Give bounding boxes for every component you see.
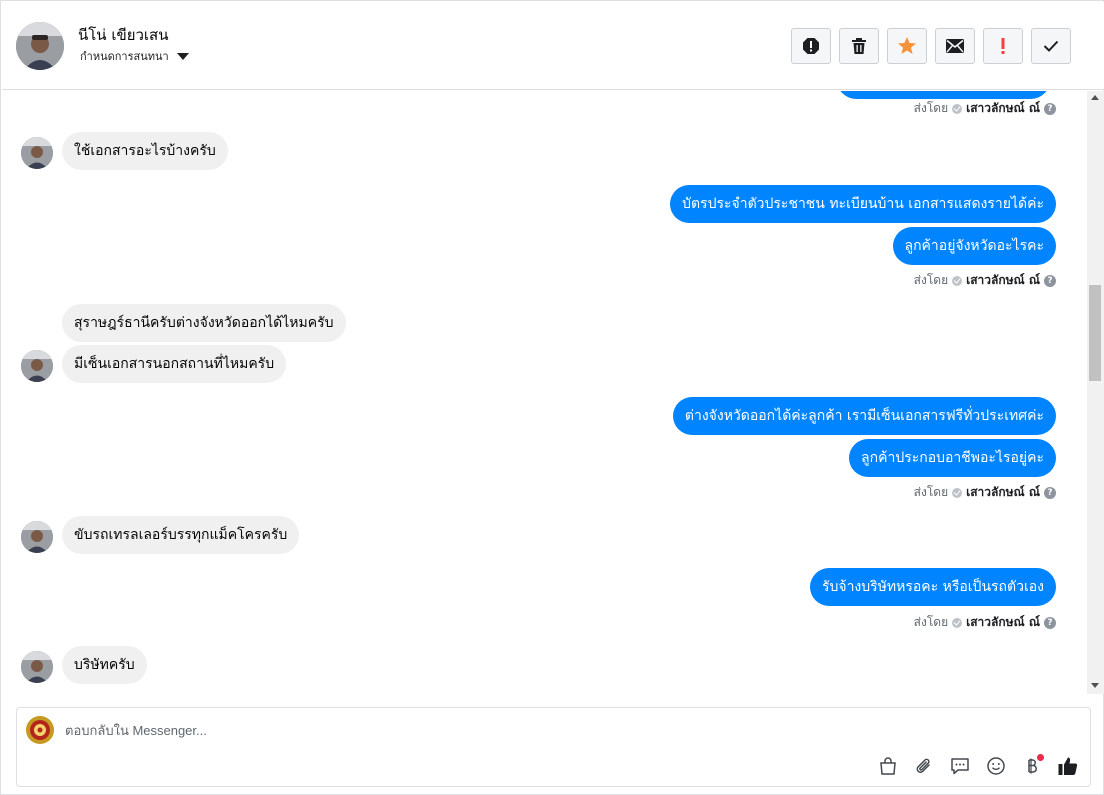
verified-check-icon <box>952 487 963 498</box>
message-bubble-outgoing[interactable]: รับจ้างบริษัทหรอคะ หรือเป็นรถตัวเอง <box>809 568 1056 606</box>
thread-header: นีโน่ เขียวเสน กำหนดการสนทนา <box>2 2 1104 90</box>
reply-composer <box>16 707 1091 787</box>
contact-avatar-small[interactable] <box>21 350 53 382</box>
message-bubble-incoming[interactable]: ขับรถเทรลเลอร์บรรทุกแม็คโครครับ <box>62 516 300 554</box>
verified-check-icon <box>952 275 963 286</box>
smiley-icon <box>987 757 1005 775</box>
follow-up-button[interactable] <box>983 28 1023 64</box>
sent-by-line: ส่งโดย เสาวลักษณ์ ณ์ ? <box>914 99 1056 118</box>
exclamation-icon <box>1001 38 1005 54</box>
message-bubble-outgoing[interactable]: บัตรประจำตัวประชาชน ทะเบียนบ้าน เอกสารแส… <box>670 185 1056 223</box>
contact-avatar[interactable] <box>16 22 64 70</box>
contact-name[interactable]: นีโน่ เขียวเสน <box>78 23 168 47</box>
agent-name[interactable]: เสาวลักษณ์ ณ์ <box>966 99 1040 118</box>
message-bubble-incoming[interactable]: มีเซ็นเอกสารนอกสถานที่ไหมครับ <box>62 345 287 383</box>
paperclip-icon <box>916 758 930 773</box>
contact-avatar-small[interactable] <box>21 651 53 683</box>
contact-avatar-small[interactable] <box>21 137 53 169</box>
sent-by-line: ส่งโดย เสาวลักษณ์ ณ์ ? <box>914 483 1056 502</box>
message-bubble-outgoing[interactable]: ลูกค้าอยู่จังหวัดอะไรคะ <box>892 227 1056 265</box>
message-bubble-incoming[interactable]: สุราษฎร์ธานีครับต่างจังหวัดออกได้ไหมครับ <box>62 304 346 342</box>
message-bubble-outgoing[interactable]: ต่างจังหวัดออกได้ค่ะลูกค้า เรามีเซ็นเอกส… <box>672 397 1056 435</box>
emoji-button[interactable] <box>984 754 1008 778</box>
scroll-thumb[interactable] <box>1089 285 1101 381</box>
scroll-down-arrow-icon[interactable] <box>1091 683 1099 688</box>
help-icon[interactable]: ? <box>1044 486 1056 499</box>
sent-by-line: ส่งโดย เสาวลักษณ์ ณ์ ? <box>914 271 1056 290</box>
caret-down-icon <box>176 52 189 60</box>
payment-button[interactable] <box>1020 754 1044 778</box>
message-bubble-outgoing[interactable] <box>837 91 1050 99</box>
trash-icon <box>852 38 866 54</box>
message-list-scrollbar[interactable] <box>1087 91 1104 694</box>
message-bubble-outgoing[interactable]: ลูกค้าประกอบอาชีพอะไรอยู่คะ <box>849 439 1056 477</box>
chat-bubble-icon <box>951 758 969 775</box>
agent-name[interactable]: เสาวลักษณ์ ณ์ <box>966 613 1040 632</box>
checkmark-icon <box>1043 40 1059 52</box>
shopping-bag-button[interactable] <box>876 754 900 778</box>
mark-unread-button[interactable] <box>935 28 975 64</box>
assign-conversation-dropdown[interactable]: กำหนดการสนทนา <box>80 47 189 65</box>
thumbs-up-icon <box>1058 757 1078 775</box>
delete-button[interactable] <box>839 28 879 64</box>
mark-done-button[interactable] <box>1031 28 1071 64</box>
star-icon <box>898 37 916 54</box>
help-icon[interactable]: ? <box>1044 274 1056 287</box>
reply-input[interactable] <box>65 718 765 742</box>
star-button[interactable] <box>887 28 927 64</box>
attach-button[interactable] <box>912 754 936 778</box>
inbox-thread-panel: นีโน่ เขียวเสน กำหนดการสนทนา ส่งโดย เสาว… <box>0 0 1104 795</box>
scroll-up-arrow-icon[interactable] <box>1091 95 1099 100</box>
page-avatar <box>26 716 54 744</box>
message-bubble-incoming[interactable]: ใช้เอกสารอะไรบ้างครับ <box>62 132 228 170</box>
assign-conversation-label: กำหนดการสนทนา <box>80 50 169 63</box>
contact-avatar-small[interactable] <box>21 521 53 553</box>
verified-check-icon <box>952 617 963 628</box>
alert-octagon-icon <box>803 38 819 54</box>
agent-name[interactable]: เสาวลักษณ์ ณ์ <box>966 271 1040 290</box>
agent-name[interactable]: เสาวลักษณ์ ณ์ <box>966 483 1040 502</box>
notification-dot <box>1037 754 1044 761</box>
saved-replies-button[interactable] <box>948 754 972 778</box>
help-icon[interactable]: ? <box>1044 616 1056 629</box>
shopping-bag-icon <box>880 757 896 775</box>
report-spam-button[interactable] <box>791 28 831 64</box>
verified-check-icon <box>952 103 963 114</box>
message-list[interactable]: ส่งโดย เสาวลักษณ์ ณ์ ? ใช้เอกสารอะไรบ้าง… <box>2 91 1087 694</box>
message-bubble-incoming[interactable]: บริษัทครับ <box>62 646 147 684</box>
sent-by-line: ส่งโดย เสาวลักษณ์ ณ์ ? <box>914 613 1056 632</box>
help-icon[interactable]: ? <box>1044 102 1056 115</box>
like-button[interactable] <box>1056 754 1080 778</box>
envelope-icon <box>946 39 964 53</box>
